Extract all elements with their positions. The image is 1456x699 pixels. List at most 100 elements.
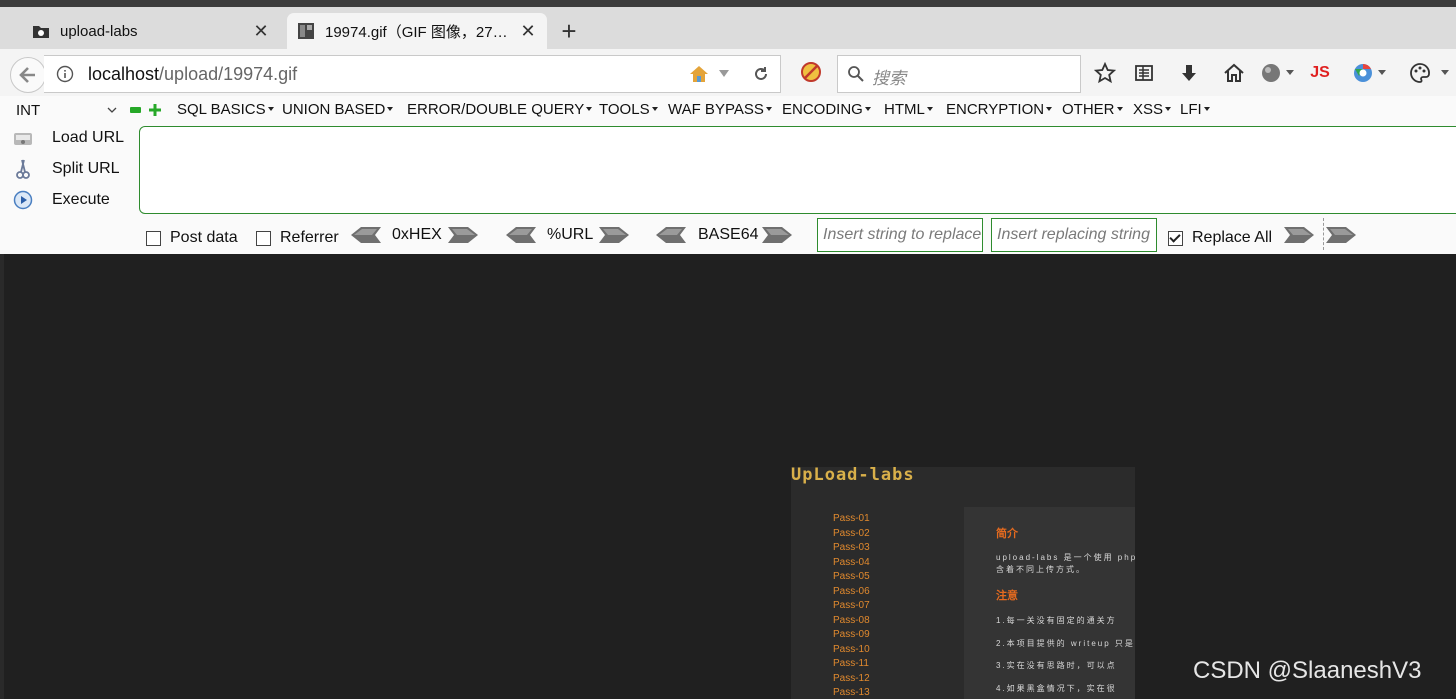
intro-text: 含着不同上传方式。 [996,565,1086,574]
note-text: 2.本项目提供的 writeup 只是 [996,639,1135,648]
reading-list-icon[interactable] [1132,61,1156,85]
execute-button[interactable]: Execute [12,186,110,214]
window-left-edge [0,254,4,699]
menu-sql-basics[interactable]: SQL BASICS [177,101,274,118]
chevron-down-icon[interactable] [1285,61,1295,85]
menu-other[interactable]: OTHER [1062,101,1123,118]
pass-item: Pass-10 [833,643,870,655]
intro-heading: 简介 [996,528,1018,540]
intro-text: upload-labs 是一个使用 php 语 [996,553,1135,562]
replace-string-placeholder: Insert string to replace [823,226,982,243]
split-url-button[interactable]: Split URL [12,155,120,183]
navigation-bar: localhost/upload/19974.gif 搜索 JS [0,49,1456,96]
menu-union-based[interactable]: UNION BASED [282,101,393,118]
encode-hex-arrow-icon[interactable] [448,227,478,243]
new-tab-button[interactable]: + [556,18,582,45]
separator [1323,218,1324,250]
pass-item: Pass-11 [833,658,869,669]
menu-error-double-query[interactable]: ERROR/DOUBLE QUERY [407,101,592,118]
folder-cloud-icon [33,26,49,38]
load-url-icon [14,133,32,145]
replacing-string-input[interactable]: Insert replacing string [991,218,1157,252]
decode-base64-arrow-icon[interactable] [656,227,686,243]
note-text: 3.实在没有思路时，可以点 [996,661,1117,670]
note-text: 4.如果黑盒情况下，实在很 [996,684,1117,693]
url-bar[interactable]: localhost/upload/19974.gif [44,55,781,93]
note-heading: 注意 [996,590,1018,602]
pass-item: Pass-03 [833,542,870,553]
image-content-panel: 简介 upload-labs 是一个使用 php 语 含着不同上传方式。 注意 … [964,507,1135,699]
csdn-watermark: CSDN @SlaaneshV3 [1193,657,1422,684]
post-data-label: Post data [170,229,238,246]
encode-base64-arrow-icon[interactable] [762,227,792,243]
pass-item: Pass-13 [833,687,870,698]
decode-url-arrow-icon[interactable] [506,227,536,243]
url-textarea[interactable] [139,126,1456,214]
chevron-down-icon [107,107,117,113]
decode-hex-arrow-icon[interactable] [351,227,381,243]
menu-waf-bypass[interactable]: WAF BYPASS [668,101,772,118]
plus-icon[interactable] [149,104,161,116]
menu-overflow-icon[interactable] [1440,61,1450,85]
injection-type-value: INT [16,102,41,119]
search-box[interactable]: 搜索 [837,55,1081,93]
load-url-label: Load URL [52,129,125,146]
pass-item: Pass-06 [833,585,870,597]
checkbox-box[interactable] [256,230,271,246]
menu-encoding[interactable]: ENCODING [782,101,871,118]
replacing-string-placeholder: Insert replacing string [997,226,1150,243]
menu-xss[interactable]: XSS [1133,101,1171,118]
home-icon[interactable] [1222,61,1246,85]
execute-label: Execute [52,191,110,208]
js-toggle-icon[interactable]: JS [1306,61,1334,85]
noscript-icon[interactable] [800,61,822,83]
menu-lfi[interactable]: LFI [1180,101,1210,118]
url-encode-label: %URL [547,226,594,243]
base64-label: BASE64 [698,226,759,243]
replace-arrow-icon[interactable] [1284,227,1314,243]
tab-label: upload-labs [60,22,138,40]
palette-icon[interactable] [1408,61,1432,85]
home-bookmark-icon[interactable] [688,63,710,85]
pass-item: Pass-05 [833,571,870,582]
menu-encryption[interactable]: ENCRYPTION [946,101,1052,118]
scissors-icon [16,159,30,179]
pass-item: Pass-01 [833,513,870,524]
load-url-button[interactable]: Load URL [12,124,124,152]
window-top-strip [0,0,1456,7]
replace-all-checkbox[interactable]: Replace All [1168,229,1272,247]
download-icon[interactable] [1177,61,1201,85]
browser-chrome: upload-labs ✕ 19974.gif（GIF 图像，27… ✕ + l… [0,0,1456,254]
chrome-addon-icon[interactable] [1351,61,1375,85]
bookmark-star-icon[interactable] [1093,61,1117,85]
menu-tools[interactable]: TOOLS [599,101,658,118]
pass-list: Pass-01 Pass-02 Pass-03 Pass-04 Pass-05 … [833,512,870,699]
close-icon[interactable]: ✕ [252,21,270,41]
reload-icon[interactable] [752,65,770,83]
menu-html[interactable]: HTML [884,101,933,118]
post-data-checkbox[interactable]: Post data [146,229,238,247]
note-text: 1.每一关没有固定的通关方 [996,616,1117,625]
chevron-down-icon[interactable] [1377,61,1387,85]
replace-next-arrow-icon[interactable] [1326,227,1356,243]
replace-string-input[interactable]: Insert string to replace [817,218,983,252]
close-icon[interactable]: ✕ [519,21,537,41]
globe-addon-icon[interactable] [1259,61,1283,85]
info-icon[interactable] [56,65,74,83]
tab-upload-labs[interactable]: upload-labs ✕ [22,13,280,49]
checkbox-box[interactable] [1168,230,1183,246]
encode-url-arrow-icon[interactable] [599,227,629,243]
chevron-down-icon[interactable] [719,70,729,78]
injection-type-select[interactable]: INT [12,100,122,122]
minus-icon[interactable] [130,107,141,113]
back-button[interactable] [10,57,46,93]
upload-labs-logo: UpLoad-labs [791,467,915,485]
url-path: /upload/19974.gif [159,64,298,84]
pass-item: Pass-04 [833,556,870,568]
referrer-checkbox[interactable]: Referrer [256,229,339,247]
checkbox-box[interactable] [146,230,161,246]
tab-gif-image[interactable]: 19974.gif（GIF 图像，27… ✕ [287,13,547,49]
pass-item: Pass-07 [833,600,870,611]
back-arrow-icon [19,67,35,83]
url-text[interactable]: localhost/upload/19974.gif [88,64,297,85]
